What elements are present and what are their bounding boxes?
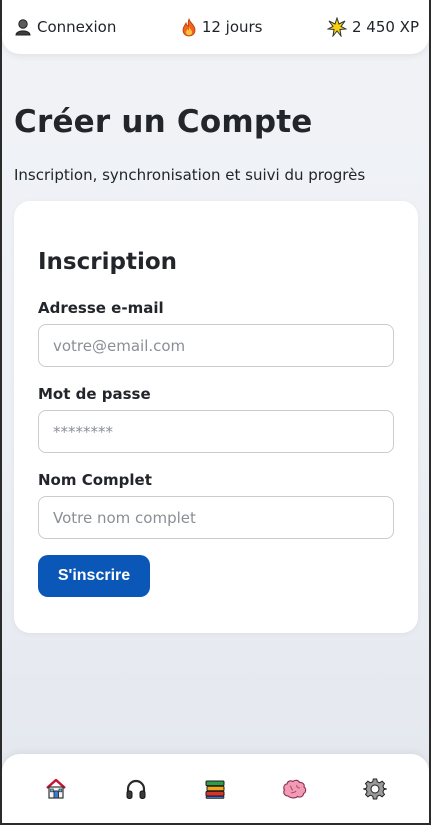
brain-icon: [282, 778, 308, 800]
xp-label: 2 450 XP: [351, 18, 419, 36]
signup-button[interactable]: S'inscrire: [38, 555, 150, 597]
sparkle-icon: [326, 17, 347, 37]
nav-settings[interactable]: [353, 767, 397, 811]
name-label: Nom Complet: [38, 471, 152, 489]
page-subtitle: Inscription, synchronisation et suivi du…: [14, 166, 366, 184]
streak-label: 12 jours: [201, 18, 263, 36]
signup-card: Inscription Adresse e-mail Mot de passe …: [14, 201, 418, 633]
streak-indicator: 12 jours: [181, 17, 263, 37]
login-label: Connexion: [37, 18, 117, 36]
books-icon: [203, 777, 227, 801]
headphones-icon: [124, 777, 148, 801]
form-title: Inscription: [38, 249, 177, 275]
nav-brain[interactable]: [273, 767, 317, 811]
login-link[interactable]: Connexion: [14, 18, 116, 36]
top-bar: Connexion 12 jours 2 450 XP: [2, 0, 429, 54]
nav-library[interactable]: [193, 767, 237, 811]
password-field[interactable]: [38, 410, 394, 453]
nav-listen[interactable]: [114, 767, 158, 811]
email-field[interactable]: [38, 324, 394, 367]
xp-indicator: 2 450 XP: [326, 17, 419, 37]
fire-icon: [181, 17, 197, 37]
user-silhouette-icon: [14, 18, 32, 36]
home-icon: [44, 777, 68, 801]
app-screen: Connexion 12 jours 2 450 XP Créer un Com…: [2, 0, 429, 823]
full-name-field[interactable]: [38, 496, 394, 539]
page-title: Créer un Compte: [14, 104, 313, 140]
gear-icon: [363, 777, 387, 801]
bottom-nav: [2, 754, 429, 823]
email-label: Adresse e-mail: [38, 299, 164, 317]
nav-home[interactable]: [34, 767, 78, 811]
password-label: Mot de passe: [38, 385, 151, 403]
